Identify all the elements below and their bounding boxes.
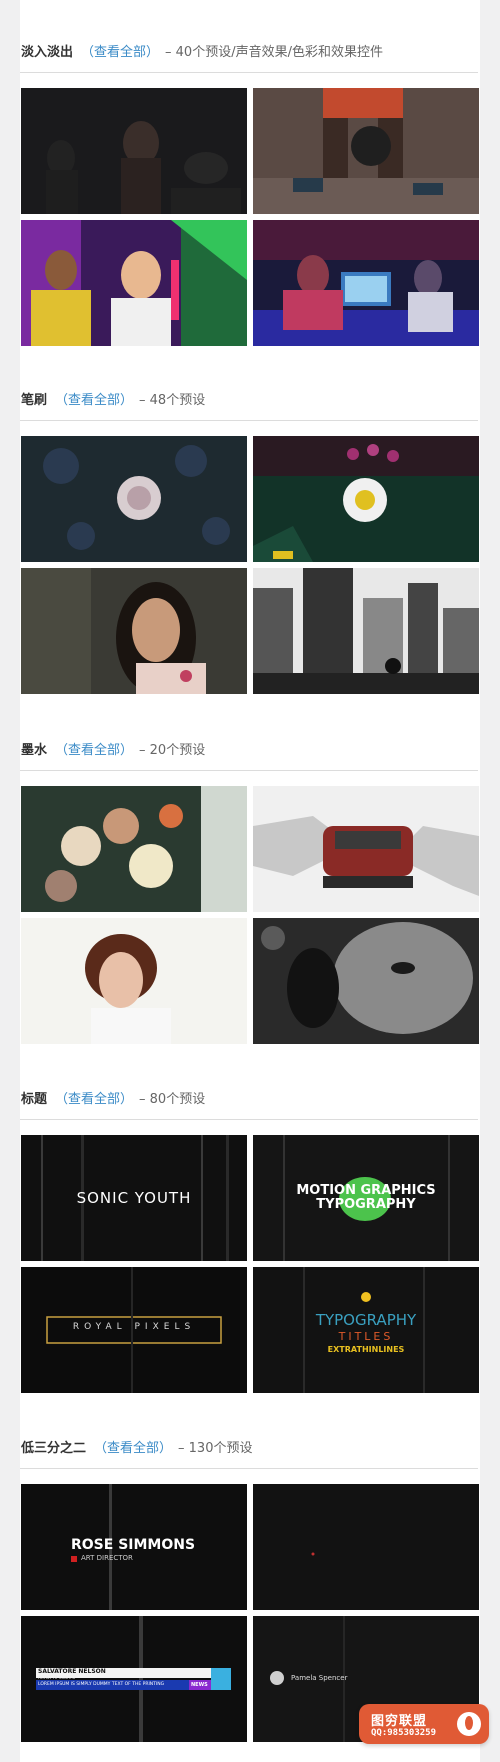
thistle-rose-image — [21, 436, 247, 562]
view-all-link[interactable]: （查看全部） — [55, 1092, 133, 1107]
section-description: – 80个预设 — [139, 1092, 206, 1107]
thumbnail-title-royal-pixels[interactable]: ROYAL PIXELS — [21, 1267, 247, 1393]
bw-face-ink-image — [253, 918, 479, 1044]
section-title: 低三分之二 — [21, 1441, 87, 1456]
city-skyline-image — [253, 568, 479, 694]
thumbnail-lower-third-rose[interactable]: ROSE SIMMONS ART DIRECTOR — [21, 1484, 247, 1610]
artist-at-envato-text: ARTIST AT ENVATO — [38, 1675, 76, 1680]
divider — [20, 770, 478, 771]
thumbnail-brush-4[interactable] — [253, 568, 479, 694]
thumbnail-fade-4[interactable] — [253, 220, 479, 346]
art-director-text: ART DIRECTOR — [81, 1554, 133, 1562]
thumbnail-title-sonic-youth[interactable]: SONIC YOUTH — [21, 1135, 247, 1261]
thumbnail-brush-3[interactable] — [21, 568, 247, 694]
thumbnail-title-motion-graphics[interactable]: MOTION GRAPHICS TYPOGRAPHY — [253, 1135, 479, 1261]
pamela-spencer-text: Pamela Spencer — [291, 1674, 348, 1682]
watermark-qq: QQ:985303259 — [371, 1728, 437, 1738]
section-heading: 标题 （查看全部） – 80个预设 — [21, 1089, 205, 1111]
titles-text: TITLES — [338, 1330, 394, 1343]
news-tag-text: NEWS — [191, 1682, 208, 1688]
section-title: 淡入淡出 — [21, 45, 74, 60]
thumbnail-lower-third-dark[interactable] — [253, 1484, 479, 1610]
view-all-link[interactable]: （查看全部） — [55, 743, 133, 758]
thumbnail-ink-4[interactable] — [253, 918, 479, 1044]
section-heading: 淡入淡出 （查看全部） – 40个预设/声音效果/色彩和效果控件 — [21, 42, 383, 64]
section-heading: 墨水 （查看全部） – 20个预设 — [21, 740, 205, 762]
thumbnail-fade-1[interactable] — [21, 88, 247, 214]
view-all-link[interactable]: （查看全部） — [94, 1441, 172, 1456]
news-ticker-text: LOREM IPSUM IS SIMPLY DUMMY TEXT OF THE … — [38, 1682, 165, 1687]
section-heading: 笔刷 （查看全部） – 48个预设 — [21, 390, 205, 412]
thumbnail-brush-2[interactable] — [253, 436, 479, 562]
divider — [20, 1468, 478, 1469]
extra-thin-lines-text: EXTRATHINLINES — [327, 1345, 405, 1354]
thumbnail-brush-1[interactable] — [21, 436, 247, 562]
section-title: 标题 — [21, 1092, 48, 1107]
view-all-link[interactable]: （查看全部） — [55, 393, 133, 408]
thumbnail-ink-2[interactable] — [253, 786, 479, 912]
flower-bouquet-image — [21, 786, 247, 912]
section-title: 墨水 — [21, 743, 48, 758]
sonic-youth-text: SONIC YOUTH — [76, 1189, 192, 1207]
divider — [20, 72, 478, 73]
thumbnail-ink-3[interactable] — [21, 918, 247, 1044]
curly-hair-woman-image — [21, 918, 247, 1044]
thumbnail-lower-third-news[interactable]: SALVATORE NELSON ARTIST AT ENVATO LOREM … — [21, 1616, 247, 1742]
band-concert-image — [21, 88, 247, 214]
motion-graphics-text: MOTION GRAPHICS — [296, 1183, 436, 1198]
basketball-player-image — [253, 88, 479, 214]
preset-list: 淡入淡出 （查看全部） – 40个预设/声音效果/色彩和效果控件 笔刷 （查看全… — [20, 0, 480, 1762]
section-heading: 低三分之二 （查看全部） – 130个预设 — [21, 1438, 252, 1460]
rose-simmons-text: ROSE SIMMONS — [71, 1537, 196, 1553]
dark-background — [253, 1484, 479, 1610]
neon-party-image — [21, 220, 247, 346]
section-title: 笔刷 — [21, 393, 48, 408]
red-car-image — [253, 786, 479, 912]
divider — [20, 1119, 478, 1120]
watermark-title: 图穷联盟 — [371, 1714, 428, 1729]
flame-icon — [457, 1712, 481, 1736]
thumbnail-fade-3[interactable] — [21, 220, 247, 346]
royal-pixels-text: ROYAL PIXELS — [72, 1322, 196, 1332]
divider — [20, 420, 478, 421]
watermark-badge: 图穷联盟 QQ:985303259 — [359, 1704, 489, 1744]
typography-text: TYPOGRAPHY — [316, 1197, 416, 1212]
woman-portrait-image — [21, 568, 247, 694]
view-all-link[interactable]: （查看全部） — [81, 45, 159, 60]
dj-studio-image — [253, 220, 479, 346]
section-description: – 130个预设 — [178, 1441, 253, 1456]
thumbnail-title-typography[interactable]: TYPOGRAPHY TITLES EXTRATHINLINES — [253, 1267, 479, 1393]
section-description: – 48个预设 — [139, 393, 206, 408]
daisy-flower-image — [253, 436, 479, 562]
salvatore-nelson-text: SALVATORE NELSON — [38, 1668, 106, 1675]
thumbnail-ink-1[interactable] — [21, 786, 247, 912]
page: 淡入淡出 （查看全部） – 40个预设/声音效果/色彩和效果控件 笔刷 （查看全… — [0, 0, 500, 1762]
section-description: – 40个预设/声音效果/色彩和效果控件 — [165, 45, 383, 60]
thumbnail-fade-2[interactable] — [253, 88, 479, 214]
typography-title-text: TYPOGRAPHY — [315, 1311, 417, 1329]
section-description: – 20个预设 — [139, 743, 206, 758]
